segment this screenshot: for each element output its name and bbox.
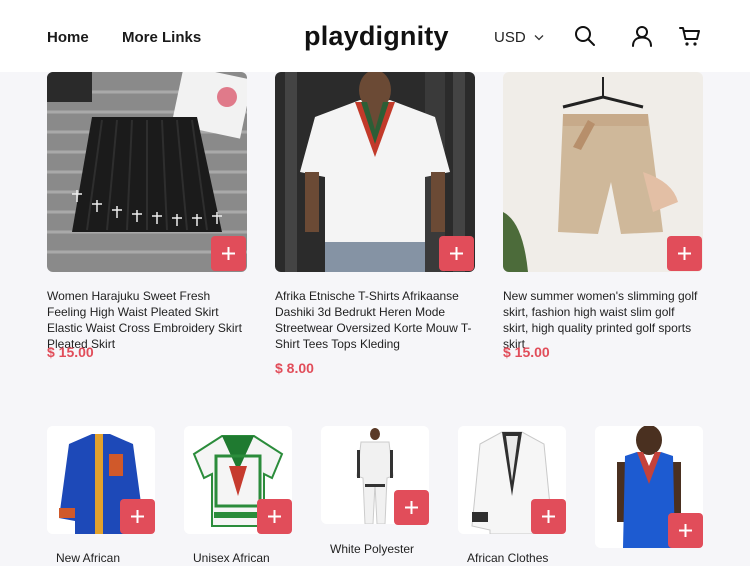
nav-home-link[interactable]: Home bbox=[47, 29, 89, 46]
product-card[interactable]: Women Harajuku Sweet Fresh Feeling High … bbox=[47, 72, 247, 372]
site-logo[interactable]: playdignity bbox=[304, 21, 449, 52]
currency-label: USD bbox=[494, 29, 526, 46]
product-title[interactable]: Women Harajuku Sweet Fresh Feeling High … bbox=[47, 288, 247, 352]
search-icon[interactable] bbox=[573, 24, 597, 48]
product-title[interactable]: White Polyester bbox=[330, 541, 414, 557]
product-card[interactable]: New African bbox=[47, 426, 155, 566]
product-card[interactable]: White Polyester bbox=[321, 426, 429, 563]
product-title[interactable]: Unisex African bbox=[193, 550, 270, 566]
plus-icon bbox=[131, 510, 144, 523]
product-card[interactable]: Afrika Etnische T-Shirts Afrikaanse Dash… bbox=[275, 72, 475, 382]
plus-icon bbox=[679, 524, 692, 537]
nav-more-links[interactable]: More Links bbox=[122, 29, 201, 46]
product-price: $ 15.00 bbox=[503, 344, 550, 360]
product-card[interactable]: African Clothes bbox=[458, 426, 566, 566]
product-card[interactable] bbox=[595, 426, 703, 563]
plus-icon bbox=[678, 247, 691, 260]
product-title[interactable]: Afrika Etnische T-Shirts Afrikaanse Dash… bbox=[275, 288, 475, 352]
product-price: $ 8.00 bbox=[275, 360, 314, 376]
product-title[interactable]: African Clothes bbox=[467, 550, 548, 566]
product-title[interactable]: New African bbox=[56, 550, 120, 566]
plus-icon bbox=[542, 510, 555, 523]
plus-icon bbox=[268, 510, 281, 523]
add-to-cart-button[interactable] bbox=[531, 499, 566, 534]
add-to-cart-button[interactable] bbox=[211, 236, 246, 271]
add-to-cart-button[interactable] bbox=[394, 490, 429, 525]
plus-icon bbox=[222, 247, 235, 260]
currency-selector[interactable]: USD bbox=[494, 29, 544, 46]
add-to-cart-button[interactable] bbox=[120, 499, 155, 534]
user-icon[interactable] bbox=[630, 24, 654, 48]
add-to-cart-button[interactable] bbox=[667, 236, 702, 271]
product-card[interactable]: Unisex African bbox=[184, 426, 292, 566]
cart-icon[interactable] bbox=[678, 24, 702, 48]
plus-icon bbox=[405, 501, 418, 514]
plus-icon bbox=[450, 247, 463, 260]
add-to-cart-button[interactable] bbox=[668, 513, 703, 548]
product-price: $ 15.00 bbox=[47, 344, 94, 360]
site-header: Home More Links playdignity USD bbox=[0, 0, 750, 72]
add-to-cart-button[interactable] bbox=[439, 236, 474, 271]
add-to-cart-button[interactable] bbox=[257, 499, 292, 534]
chevron-down-icon bbox=[534, 35, 544, 41]
product-card[interactable]: New summer women's slimming golf skirt, … bbox=[503, 72, 703, 372]
product-title[interactable]: New summer women's slimming golf skirt, … bbox=[503, 288, 703, 352]
